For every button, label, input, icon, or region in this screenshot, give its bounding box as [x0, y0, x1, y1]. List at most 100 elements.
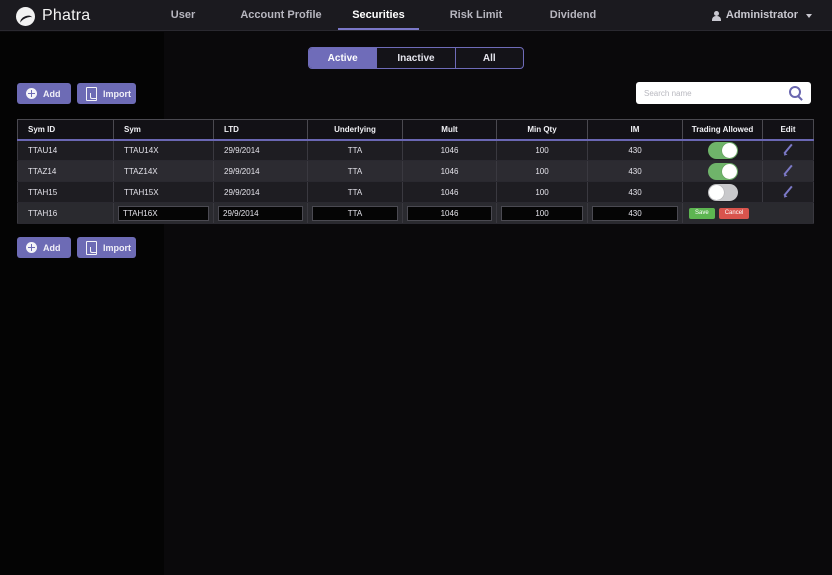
- save-button[interactable]: Save: [689, 207, 715, 219]
- table-row[interactable]: TTAZ14 TTAZ14X 29/9/2014 TTA 1046 100 43…: [17, 160, 814, 182]
- brand-name: Phatra: [42, 7, 91, 24]
- top-nav-bar: Phatra User Account Profile Securities R…: [0, 0, 832, 31]
- add-button-top[interactable]: Add: [17, 83, 71, 104]
- nav-item-account-profile[interactable]: Account Profile: [238, 0, 324, 31]
- plus-circle-icon: [26, 242, 37, 253]
- cell-mult: 1046: [402, 139, 497, 161]
- cell-ltd: 29/9/2014: [213, 181, 308, 203]
- securities-table: Sym ID Sym LTD Underlying Mult Min Qty I…: [17, 119, 814, 224]
- cell-sym-id: TTAZ14: [17, 160, 114, 182]
- cell-ltd: 29/9/2014: [213, 160, 308, 182]
- trading-allowed-toggle[interactable]: [707, 141, 738, 159]
- col-header-sym[interactable]: Sym: [113, 119, 214, 141]
- nav-item-dividend[interactable]: Dividend: [545, 0, 601, 31]
- status-filter: Active Inactive All: [308, 47, 524, 69]
- col-header-min-qty[interactable]: Min Qty: [496, 119, 588, 141]
- cell-mult: 1046: [402, 160, 497, 182]
- cell-row-actions: Save Cancel: [682, 202, 814, 224]
- phatra-logo-icon: [16, 6, 35, 26]
- add-button-label: Add: [43, 242, 61, 253]
- import-button-label: Import: [103, 88, 131, 99]
- filter-inactive[interactable]: Inactive: [377, 48, 456, 68]
- search-icon[interactable]: [789, 86, 803, 100]
- user-name: Administrator: [725, 9, 798, 21]
- cell-trading-allowed: [682, 181, 763, 203]
- user-menu[interactable]: Administrator: [711, 0, 812, 31]
- cell-im: 430: [587, 139, 683, 161]
- trading-allowed-toggle[interactable]: [707, 183, 738, 201]
- pencil-icon[interactable]: [782, 144, 794, 156]
- table-edit-row: TTAH16 SaveCancel: [17, 202, 814, 224]
- cell-underlying: TTA: [307, 139, 403, 161]
- search-box: [636, 82, 811, 104]
- search-input[interactable]: [636, 82, 789, 104]
- add-button-bottom[interactable]: Add: [17, 237, 71, 258]
- col-header-ltd[interactable]: LTD: [213, 119, 308, 141]
- cell-min-qty-edit: [496, 202, 588, 224]
- cell-im: 430: [587, 160, 683, 182]
- table-row[interactable]: TTAH15 TTAH15X 29/9/2014 TTA 1046 100 43…: [17, 181, 814, 203]
- chevron-down-icon: [806, 13, 812, 18]
- cell-edit: [762, 160, 814, 182]
- toggle-knob: [708, 184, 724, 200]
- col-header-trading-allowed[interactable]: Trading Allowed: [682, 119, 763, 141]
- cell-sym-id: TTAH16: [17, 202, 114, 224]
- underlying-input[interactable]: [312, 205, 398, 221]
- im-input[interactable]: [592, 205, 678, 221]
- cell-im: 430: [587, 181, 683, 203]
- filter-all[interactable]: All: [456, 48, 523, 68]
- col-header-edit: Edit: [762, 119, 814, 141]
- nav-item-securities[interactable]: Securities: [338, 0, 419, 31]
- table-row[interactable]: TTAU14 TTAU14X 29/9/2014 TTA 1046 100 43…: [17, 139, 814, 161]
- brand[interactable]: Phatra: [16, 6, 90, 26]
- cell-ltd: 29/9/2014: [213, 139, 308, 161]
- cell-sym-id: TTAH15: [17, 181, 114, 203]
- col-header-mult[interactable]: Mult: [402, 119, 497, 141]
- cell-min-qty: 100: [496, 160, 588, 182]
- plus-circle-icon: [26, 88, 37, 99]
- cell-mult-edit: [402, 202, 497, 224]
- toggle-knob: [721, 163, 737, 179]
- add-button-label: Add: [43, 88, 61, 99]
- cell-sym-edit: [113, 202, 214, 224]
- pencil-icon[interactable]: [782, 186, 794, 198]
- sym-input[interactable]: [118, 205, 209, 221]
- cancel-button[interactable]: Cancel: [718, 207, 750, 219]
- cell-underlying: TTA: [307, 181, 403, 203]
- nav-item-user[interactable]: User: [160, 0, 206, 31]
- cell-trading-allowed: [682, 139, 763, 161]
- trading-allowed-toggle[interactable]: [707, 162, 738, 180]
- table-header-row: Sym ID Sym LTD Underlying Mult Min Qty I…: [17, 119, 814, 141]
- cell-sym: TTAU14X: [113, 139, 214, 161]
- cell-sym: TTAH15X: [113, 181, 214, 203]
- cell-sym: TTAZ14X: [113, 160, 214, 182]
- mult-input[interactable]: [407, 205, 492, 221]
- col-header-im[interactable]: IM: [587, 119, 683, 141]
- import-button-bottom[interactable]: Import: [77, 237, 136, 258]
- cell-underlying: TTA: [307, 160, 403, 182]
- import-button-top[interactable]: Import: [77, 83, 136, 104]
- import-file-icon: [86, 241, 97, 255]
- col-header-sym-id[interactable]: Sym ID: [17, 119, 114, 141]
- cell-edit: [762, 139, 814, 161]
- cell-ltd-edit: [213, 202, 308, 224]
- ltd-input[interactable]: [218, 205, 303, 221]
- cell-trading-allowed: [682, 160, 763, 182]
- filter-active[interactable]: Active: [309, 48, 378, 68]
- cell-min-qty: 100: [496, 181, 588, 203]
- cell-mult: 1046: [402, 181, 497, 203]
- min-qty-input[interactable]: [501, 205, 583, 221]
- cell-underlying-edit: [307, 202, 403, 224]
- nav-item-risk-limit[interactable]: Risk Limit: [446, 0, 506, 31]
- cell-min-qty: 100: [496, 139, 588, 161]
- cell-im-edit: [587, 202, 683, 224]
- toggle-knob: [721, 142, 737, 158]
- pencil-icon[interactable]: [782, 165, 794, 177]
- col-header-underlying[interactable]: Underlying: [307, 119, 403, 141]
- cell-edit: [762, 181, 814, 203]
- cell-sym-id: TTAU14: [17, 139, 114, 161]
- import-file-icon: [86, 87, 97, 101]
- person-icon: [711, 10, 721, 21]
- import-button-label: Import: [103, 242, 131, 253]
- left-panel: [0, 32, 164, 575]
